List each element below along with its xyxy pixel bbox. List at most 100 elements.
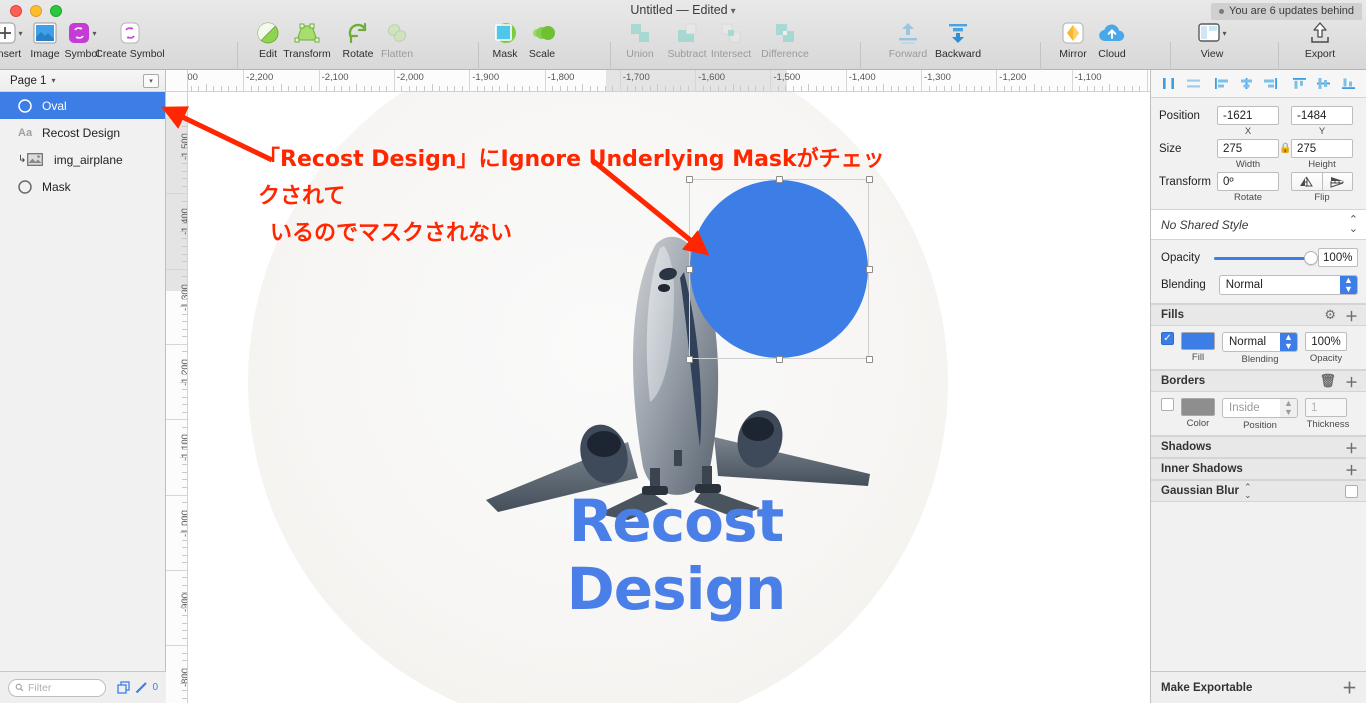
stepper-icon[interactable]: ⌃ ⌄ [1349, 214, 1358, 234]
aspect-lock-icon[interactable]: 🔒 [1279, 139, 1291, 154]
slider-knob[interactable] [1304, 250, 1319, 265]
add-border-button[interactable]: ＋ [1345, 372, 1358, 391]
border-position-select[interactable]: Inside ▲ ▼ [1222, 398, 1298, 418]
border-color-swatch[interactable] [1181, 398, 1215, 416]
ruler-tick [182, 667, 187, 669]
fill-blending-select[interactable]: Normal ▲ ▼ [1222, 332, 1298, 352]
chevron-down-icon[interactable]: ▾ [1222, 29, 1226, 38]
opacity-slider[interactable] [1214, 250, 1319, 265]
toolbar-backward-button[interactable]: Backward [930, 20, 986, 60]
ruler-tick [180, 230, 187, 232]
toolbar-forward-button[interactable]: Forward [880, 20, 936, 60]
toolbar-cloud-button[interactable]: Cloud [1084, 20, 1140, 60]
fill-enabled-checkbox[interactable]: ✓ [1161, 332, 1174, 345]
canvas-heading-text[interactable]: Recost Design [456, 487, 896, 623]
page-selector[interactable]: Page 1 ▾ ▾ [0, 70, 165, 92]
toolbar-scale-button[interactable]: Scale [514, 20, 570, 60]
add-shadow-button[interactable]: ＋ [1345, 438, 1358, 457]
layer-row-mask[interactable]: Mask [0, 173, 165, 200]
border-enabled-checkbox[interactable] [1161, 398, 1174, 411]
duplicate-layers-icon[interactable] [117, 681, 131, 694]
make-exportable-label: Make Exportable [1161, 681, 1253, 694]
toolbar-export-button[interactable]: Export [1292, 20, 1348, 60]
toolbar-item-label: Forward [888, 48, 928, 60]
ruler-label: -1,200 [999, 72, 1027, 83]
resize-handle-bottom-left[interactable] [686, 356, 693, 363]
fill-color-swatch[interactable] [1181, 332, 1215, 350]
position-x-input[interactable]: -1621 [1217, 106, 1279, 125]
add-inner-shadow-button[interactable]: ＋ [1345, 460, 1358, 479]
width-input[interactable]: 275 [1217, 139, 1279, 158]
make-exportable-section[interactable]: Make Exportable ＋ [1151, 671, 1366, 703]
chevron-down-icon[interactable]: ▾ [51, 76, 55, 85]
pencil-icon[interactable] [135, 681, 148, 694]
toolbar-difference-button[interactable]: Difference [757, 20, 813, 60]
height-input[interactable]: 275 [1291, 139, 1353, 158]
position-y-input[interactable]: -1484 [1291, 106, 1353, 125]
layer-options-button[interactable]: ▾ [143, 73, 159, 88]
align-center-horizontal-icon[interactable] [1239, 77, 1254, 91]
fills-section-header: Fills ⚙ ＋ [1151, 304, 1366, 326]
opacity-input[interactable]: 100% [1317, 248, 1358, 267]
toolbar-flatten-button[interactable]: Flatten [369, 20, 425, 60]
gear-icon[interactable]: ⚙ [1324, 307, 1336, 323]
layer-list: Oval Aa Recost Design ↳ img_airplane Mask [0, 92, 165, 200]
ruler-tick [1116, 86, 1118, 91]
ruler-tick [612, 86, 614, 91]
ruler-tick [182, 185, 187, 187]
border-thickness-input[interactable]: 1 [1305, 398, 1347, 417]
flip-caption: Flip [1314, 192, 1330, 203]
layer-row-oval[interactable]: Oval [0, 92, 165, 119]
ruler-tick [1049, 86, 1050, 91]
shared-style-selector[interactable]: No Shared Style ⌃ ⌄ [1151, 210, 1366, 240]
toolbar-view-button[interactable]: ▾ View [1184, 20, 1240, 60]
sketch-app-window: Untitled — Edited ▾ You are 6 updates beh… [0, 0, 1366, 703]
align-top-icon[interactable] [1292, 77, 1307, 91]
flip-vertical-button[interactable] [1322, 172, 1353, 191]
ruler-tick [166, 343, 187, 345]
trash-icon[interactable]: 🗑 [1319, 373, 1336, 389]
distribute-horizontal-icon[interactable] [1161, 77, 1176, 91]
rotate-input[interactable]: 0º [1217, 172, 1279, 191]
toolbar-create-symbol-button[interactable]: Create Symbol [85, 20, 175, 60]
toolbar-intersect-button[interactable]: Intersect [703, 20, 759, 60]
ruler-tick [166, 569, 187, 571]
filter-input[interactable]: Filter [8, 678, 106, 697]
ruler-tick [951, 86, 953, 91]
ruler-tick [552, 86, 554, 91]
fill-opacity-input[interactable]: 100% [1305, 332, 1347, 351]
horizontal-ruler[interactable]: -2,300-2,200-2,100-2,000-1,900-1,800-1,7… [166, 70, 1150, 92]
blur-type-stepper-icon[interactable]: ⌃ ⌄ [1244, 483, 1252, 500]
search-icon [15, 683, 24, 692]
updates-badge[interactable]: You are 6 updates behind [1211, 3, 1362, 20]
add-fill-button[interactable]: ＋ [1345, 306, 1358, 325]
align-left-icon[interactable] [1214, 77, 1229, 91]
fill-row: ✓ Fill Normal ▲ ▼ Blending 100% Opacity [1151, 326, 1366, 370]
ruler-tick [265, 86, 267, 91]
align-right-icon[interactable] [1263, 77, 1278, 91]
layer-row-recost-design[interactable]: Aa Recost Design [0, 119, 165, 146]
align-middle-vertical-icon[interactable] [1316, 77, 1331, 91]
flip-horizontal-button[interactable] [1291, 172, 1323, 191]
blending-select[interactable]: Normal ▲ ▼ [1218, 275, 1358, 295]
borders-actions: 🗑 ＋ [1319, 372, 1358, 391]
vertical-ruler[interactable]: -1,500 -1,400 -1,300 -1,200 -1,100 -1,000 -900… [166, 92, 188, 703]
layers-count: 0 [152, 682, 158, 693]
layer-row-img_airplane[interactable]: ↳ img_airplane [0, 146, 165, 173]
resize-handle-bottom-right[interactable] [866, 356, 873, 363]
ruler-tick [213, 86, 215, 91]
align-bottom-icon[interactable] [1341, 77, 1356, 91]
ruler-tick [506, 84, 508, 91]
gaussian-blur-enabled-checkbox[interactable] [1345, 484, 1358, 498]
add-export-preset-button[interactable]: ＋ [1342, 677, 1357, 698]
ruler-tick [913, 86, 915, 91]
ruler-tick [182, 577, 187, 579]
distribute-vertical-icon[interactable] [1186, 77, 1201, 91]
resize-handle-bottom-center[interactable] [776, 356, 783, 363]
ruler-label: -2,000 [396, 72, 424, 83]
chevron-down-icon[interactable]: ▾ [731, 6, 736, 17]
ruler-tick [180, 456, 187, 458]
document-title[interactable]: Untitled — Edited ▾ [0, 3, 1366, 17]
ruler-tick [386, 86, 388, 91]
toolbar-transform-button[interactable]: Transform [279, 20, 335, 60]
